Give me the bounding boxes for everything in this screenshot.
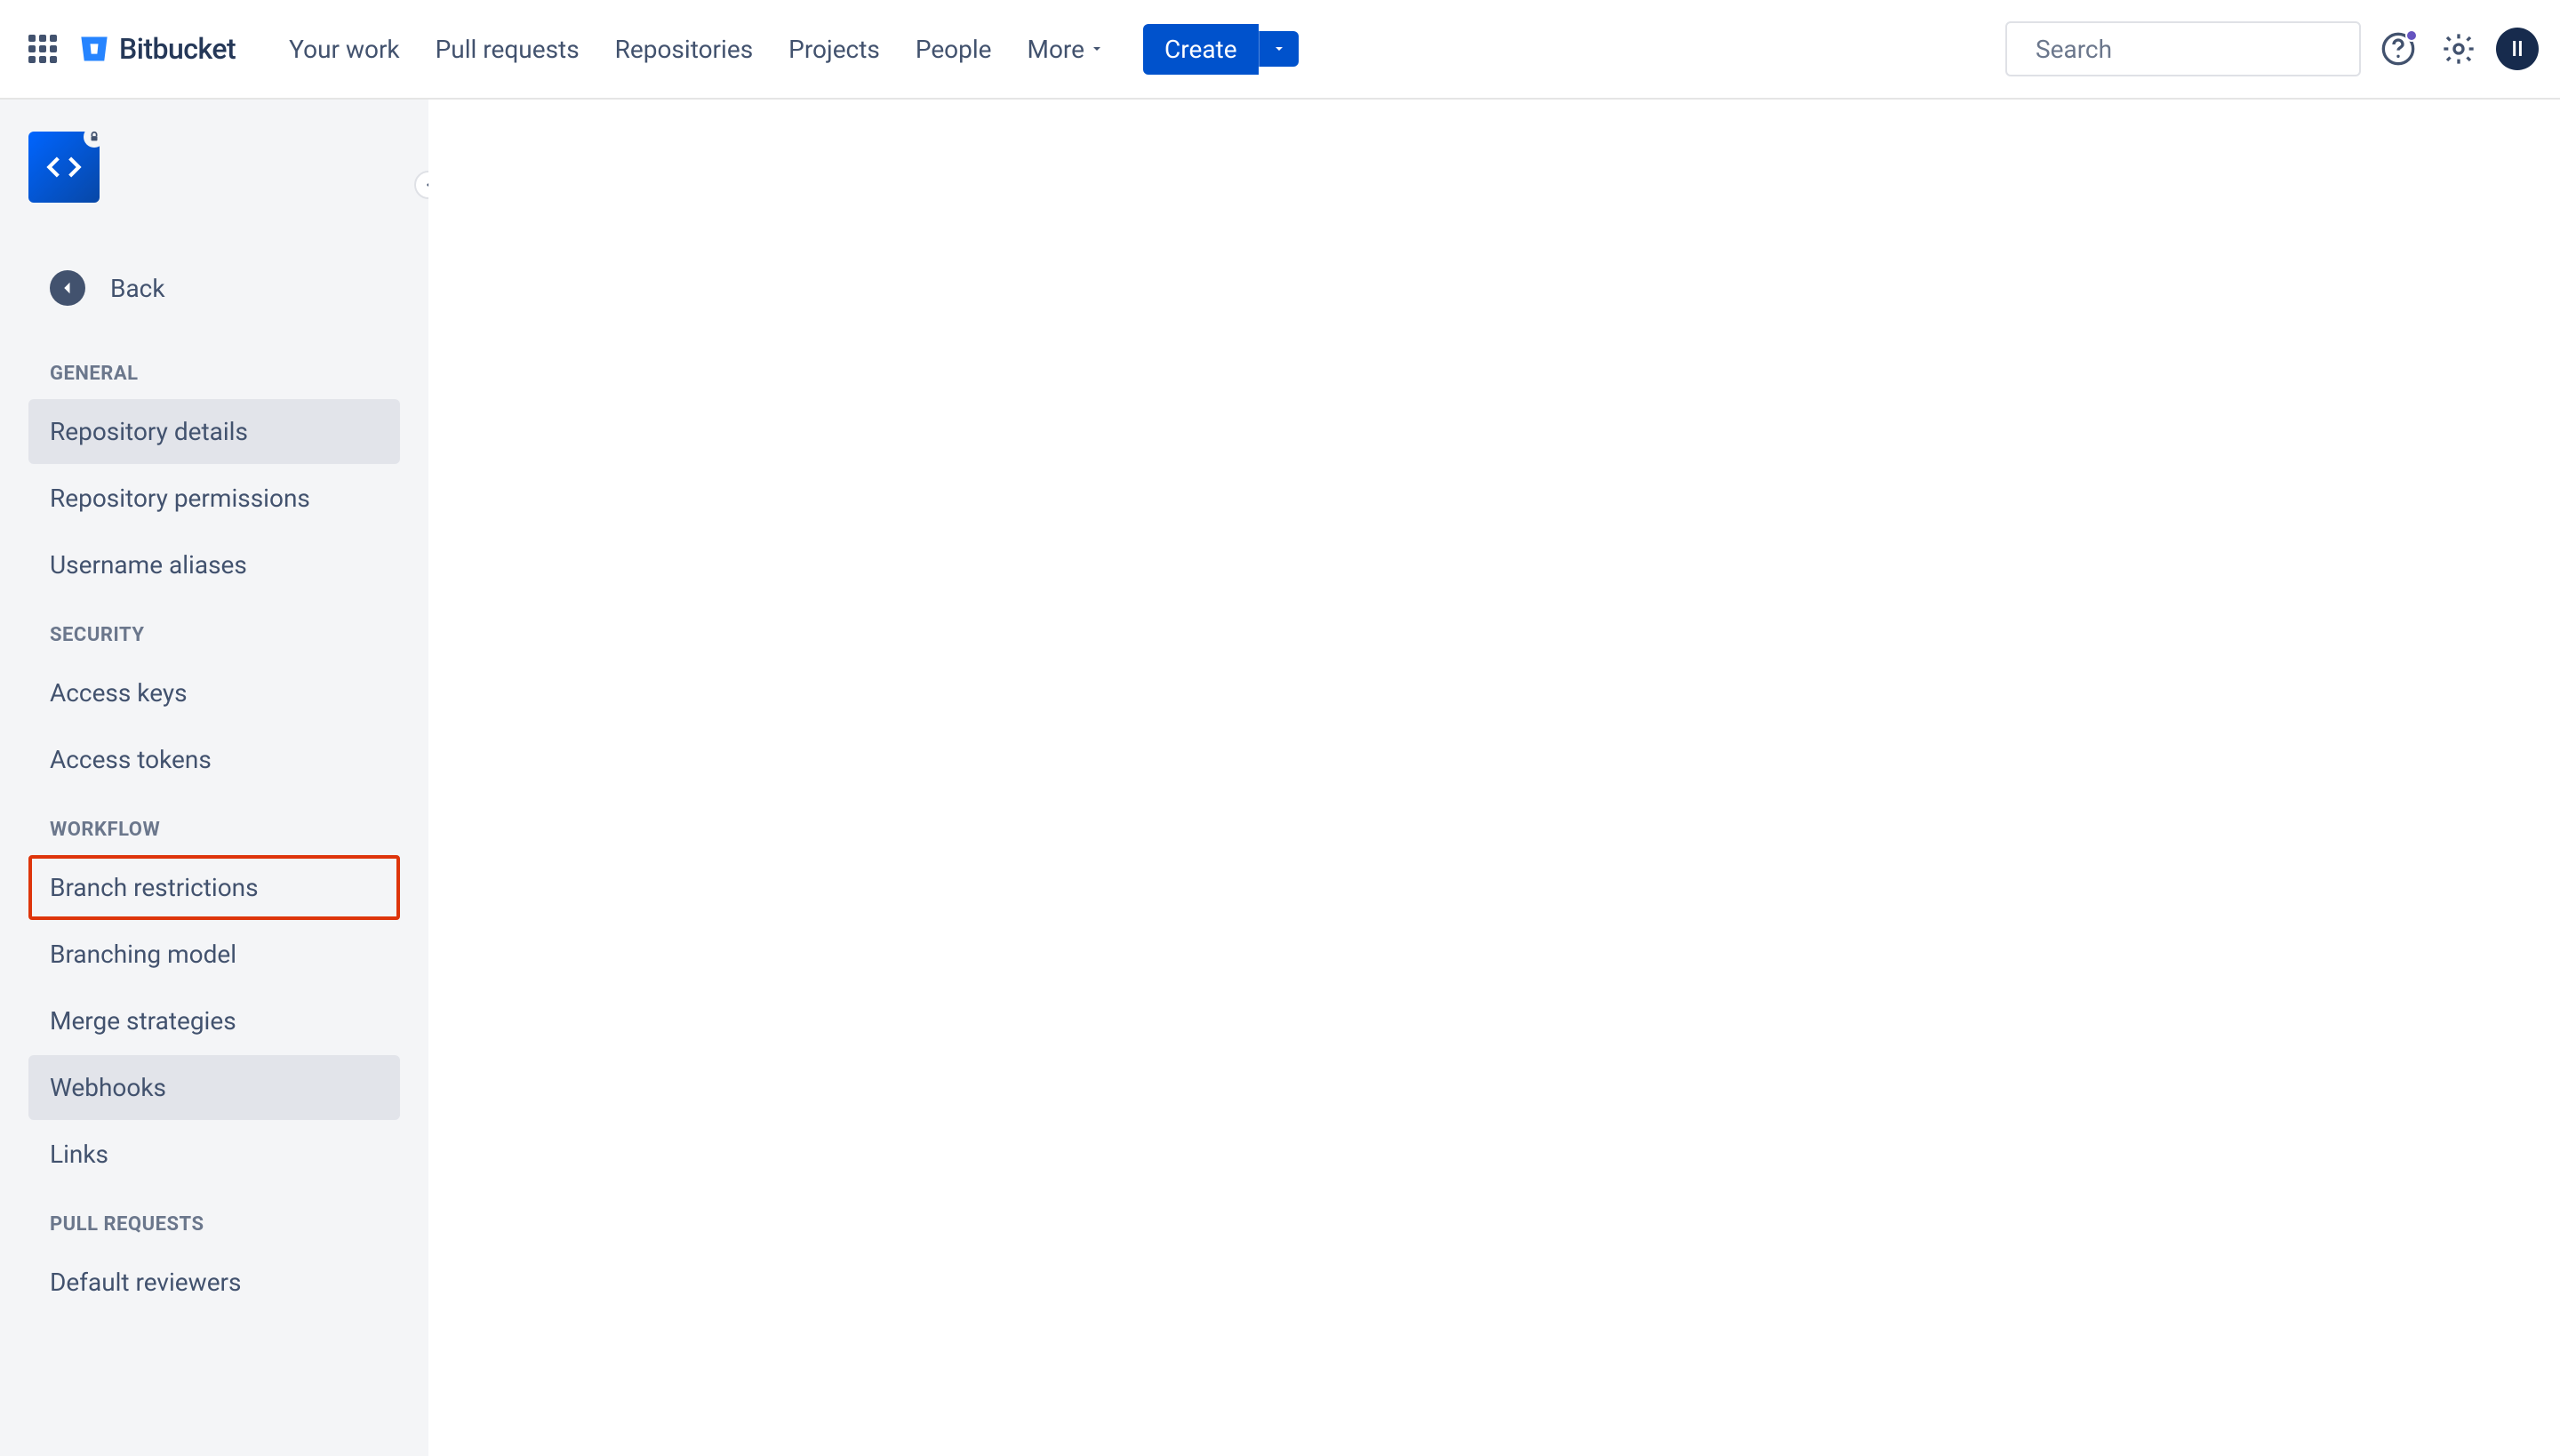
main-content [428, 100, 2560, 1456]
sidebar-item-access-tokens[interactable]: Access tokens [28, 727, 400, 792]
sidebar-collapse-button[interactable] [414, 171, 428, 199]
section-general-header: GENERAL [28, 363, 400, 399]
nav-pull-requests-label: Pull requests [436, 35, 580, 64]
help-button[interactable] [2375, 26, 2421, 72]
chevron-left-icon [421, 178, 428, 192]
sidebar-item-merge-strategies[interactable]: Merge strategies [28, 988, 400, 1053]
repository-avatar[interactable] [28, 132, 100, 203]
back-label: Back [110, 274, 165, 303]
section-pull-requests-header: PULL REQUESTS [28, 1213, 400, 1250]
bitbucket-logo[interactable]: Bitbucket [78, 32, 236, 66]
nav-projects[interactable]: Projects [771, 22, 898, 76]
create-button[interactable]: Create [1143, 24, 1259, 75]
nav-repositories[interactable]: Repositories [597, 22, 772, 76]
search-input[interactable] [2036, 35, 2353, 64]
nav-your-work[interactable]: Your work [271, 22, 417, 76]
bitbucket-logo-icon [78, 33, 110, 65]
chevron-down-icon [1090, 42, 1104, 56]
nav-more-label: More [1028, 35, 1085, 64]
sidebar-item-repository-permissions[interactable]: Repository permissions [28, 466, 400, 531]
gear-icon [2441, 31, 2476, 67]
sidebar-item-branching-model[interactable]: Branching model [28, 922, 400, 987]
settings-button[interactable] [2436, 26, 2482, 72]
user-avatar[interactable]: II [2496, 28, 2539, 70]
sidebar-item-repository-details[interactable]: Repository details [28, 399, 400, 464]
chevron-down-icon [1272, 42, 1286, 56]
header-right-group: II [2005, 21, 2539, 76]
code-icon [46, 149, 82, 185]
top-header: Bitbucket Your work Pull requests Reposi… [0, 0, 2560, 100]
sidebar-item-default-reviewers[interactable]: Default reviewers [28, 1250, 400, 1315]
nav-people-label: People [916, 35, 992, 64]
apps-grid-icon [28, 35, 57, 63]
create-button-group: Create [1143, 24, 1299, 75]
main-layout: Back GENERAL Repository details Reposito… [0, 100, 2560, 1456]
app-switcher-button[interactable] [21, 28, 64, 70]
nav-people[interactable]: People [898, 22, 1010, 76]
sidebar-item-username-aliases[interactable]: Username aliases [28, 532, 400, 597]
search-box[interactable] [2005, 21, 2361, 76]
nav-repositories-label: Repositories [615, 35, 754, 64]
notification-dot [2405, 29, 2418, 42]
nav-pull-requests[interactable]: Pull requests [418, 22, 597, 76]
section-workflow-header: WORKFLOW [28, 819, 400, 855]
bitbucket-logo-text: Bitbucket [119, 32, 236, 66]
nav-projects-label: Projects [788, 35, 880, 64]
primary-nav: Your work Pull requests Repositories Pro… [271, 22, 1122, 76]
sidebar: Back GENERAL Repository details Reposito… [0, 100, 428, 1456]
sidebar-item-links[interactable]: Links [28, 1122, 400, 1187]
back-arrow-icon [50, 270, 85, 306]
section-security-header: SECURITY [28, 624, 400, 660]
sidebar-item-webhooks[interactable]: Webhooks [28, 1055, 400, 1120]
nav-more[interactable]: More [1010, 22, 1123, 76]
back-link[interactable]: Back [28, 256, 400, 320]
sidebar-item-access-keys[interactable]: Access keys [28, 660, 400, 725]
private-badge [84, 126, 105, 148]
lock-icon [88, 131, 100, 143]
nav-your-work-label: Your work [289, 35, 399, 64]
sidebar-item-branch-restrictions[interactable]: Branch restrictions [28, 855, 400, 920]
create-dropdown-button[interactable] [1259, 31, 1299, 67]
